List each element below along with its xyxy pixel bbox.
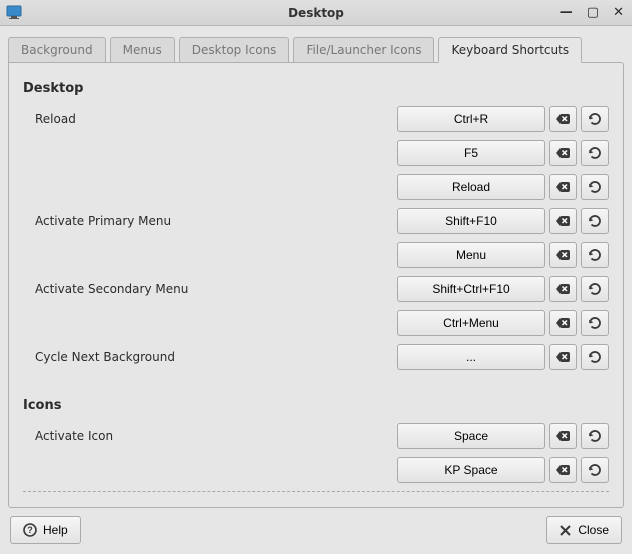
minimize-button[interactable]: — bbox=[558, 5, 575, 20]
tab-menus[interactable]: Menus bbox=[110, 37, 175, 62]
help-button-label: Help bbox=[43, 523, 68, 537]
undo-icon bbox=[588, 215, 602, 227]
section-title-desktop: Desktop bbox=[23, 81, 609, 96]
shortcut-label-reload: Reload bbox=[23, 112, 397, 126]
clear-shortcut-button[interactable] bbox=[549, 242, 577, 268]
clear-shortcut-button[interactable] bbox=[549, 423, 577, 449]
reset-shortcut-button[interactable] bbox=[581, 140, 609, 166]
help-icon bbox=[23, 523, 37, 537]
close-window-button[interactable]: ✕ bbox=[611, 5, 626, 20]
app-icon bbox=[6, 5, 22, 21]
undo-icon bbox=[588, 147, 602, 159]
backspace-icon bbox=[556, 147, 570, 159]
backspace-icon bbox=[556, 283, 570, 295]
reset-shortcut-button[interactable] bbox=[581, 106, 609, 132]
undo-icon bbox=[588, 181, 602, 193]
undo-icon bbox=[588, 317, 602, 329]
clear-shortcut-button[interactable] bbox=[549, 457, 577, 483]
undo-icon bbox=[588, 113, 602, 125]
reset-shortcut-button[interactable] bbox=[581, 174, 609, 200]
tab-content: Desktop Reload Ctrl+R . F5 . Reload Act bbox=[8, 62, 624, 508]
shortcut-button[interactable]: Space bbox=[397, 423, 545, 449]
shortcuts-scroll-area[interactable]: Desktop Reload Ctrl+R . F5 . Reload Act bbox=[9, 63, 623, 507]
tab-desktop-icons[interactable]: Desktop Icons bbox=[179, 37, 290, 62]
shortcut-button[interactable]: F5 bbox=[397, 140, 545, 166]
backspace-icon bbox=[556, 181, 570, 193]
undo-icon bbox=[588, 351, 602, 363]
shortcut-button[interactable]: Shift+Ctrl+F10 bbox=[397, 276, 545, 302]
clear-shortcut-button[interactable] bbox=[549, 344, 577, 370]
tab-keyboard-shortcuts[interactable]: Keyboard Shortcuts bbox=[438, 37, 582, 63]
shortcut-label-activate-icon: Activate Icon bbox=[23, 429, 397, 443]
dialog-footer: Help Close bbox=[8, 508, 624, 546]
help-button[interactable]: Help bbox=[10, 516, 81, 544]
clear-shortcut-button[interactable] bbox=[549, 174, 577, 200]
shortcut-button[interactable]: ... bbox=[397, 344, 545, 370]
clear-shortcut-button[interactable] bbox=[549, 276, 577, 302]
clear-shortcut-button[interactable] bbox=[549, 106, 577, 132]
clear-shortcut-button[interactable] bbox=[549, 140, 577, 166]
shortcut-button[interactable]: Ctrl+Menu bbox=[397, 310, 545, 336]
reset-shortcut-button[interactable] bbox=[581, 423, 609, 449]
reset-shortcut-button[interactable] bbox=[581, 242, 609, 268]
backspace-icon bbox=[556, 113, 570, 125]
section-title-icons: Icons bbox=[23, 398, 609, 413]
window-title: Desktop bbox=[0, 6, 632, 20]
backspace-icon bbox=[556, 464, 570, 476]
clear-shortcut-button[interactable] bbox=[549, 310, 577, 336]
close-button[interactable]: Close bbox=[546, 516, 622, 544]
undo-icon bbox=[588, 283, 602, 295]
backspace-icon bbox=[556, 249, 570, 261]
reset-shortcut-button[interactable] bbox=[581, 310, 609, 336]
separator bbox=[23, 491, 609, 492]
undo-icon bbox=[588, 249, 602, 261]
shortcut-label-cycle-next-background: Cycle Next Background bbox=[23, 350, 397, 364]
backspace-icon bbox=[556, 430, 570, 442]
shortcut-button[interactable]: Shift+F10 bbox=[397, 208, 545, 234]
clear-shortcut-button[interactable] bbox=[549, 208, 577, 234]
shortcut-button[interactable]: Menu bbox=[397, 242, 545, 268]
backspace-icon bbox=[556, 351, 570, 363]
reset-shortcut-button[interactable] bbox=[581, 276, 609, 302]
reset-shortcut-button[interactable] bbox=[581, 344, 609, 370]
shortcut-button[interactable]: Reload bbox=[397, 174, 545, 200]
undo-icon bbox=[588, 464, 602, 476]
backspace-icon bbox=[556, 215, 570, 227]
shortcut-label-activate-primary-menu: Activate Primary Menu bbox=[23, 214, 397, 228]
tab-bar: Background Menus Desktop Icons File/Laun… bbox=[8, 34, 624, 62]
backspace-icon bbox=[556, 317, 570, 329]
close-button-label: Close bbox=[578, 523, 609, 537]
shortcut-button[interactable]: KP Space bbox=[397, 457, 545, 483]
reset-shortcut-button[interactable] bbox=[581, 208, 609, 234]
maximize-button[interactable]: ▢ bbox=[585, 5, 601, 20]
undo-icon bbox=[588, 430, 602, 442]
reset-shortcut-button[interactable] bbox=[581, 457, 609, 483]
titlebar: Desktop — ▢ ✕ bbox=[0, 0, 632, 26]
shortcut-label-activate-secondary-menu: Activate Secondary Menu bbox=[23, 282, 397, 296]
close-icon bbox=[559, 524, 572, 537]
shortcut-button[interactable]: Ctrl+R bbox=[397, 106, 545, 132]
tab-background[interactable]: Background bbox=[8, 37, 106, 62]
tab-file-launcher-icons[interactable]: File/Launcher Icons bbox=[293, 37, 434, 62]
